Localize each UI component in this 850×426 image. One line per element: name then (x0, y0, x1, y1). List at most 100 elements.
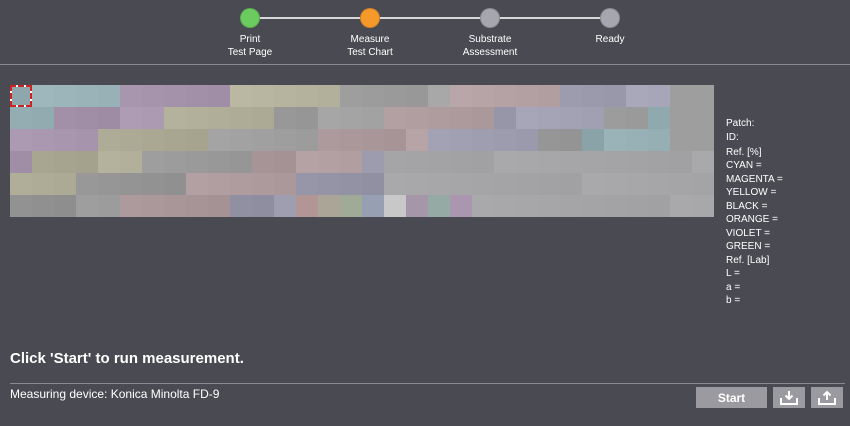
color-patch[interactable] (560, 195, 582, 217)
color-patch[interactable] (670, 173, 692, 195)
color-patch[interactable] (208, 173, 230, 195)
color-patch[interactable] (362, 151, 384, 173)
color-patch[interactable] (274, 107, 296, 129)
color-patch[interactable] (98, 173, 120, 195)
color-patch[interactable] (318, 129, 340, 151)
color-patch[interactable] (340, 85, 362, 107)
color-patch[interactable] (626, 151, 648, 173)
color-patch[interactable] (604, 173, 626, 195)
color-patch[interactable] (186, 173, 208, 195)
color-patch[interactable] (384, 129, 406, 151)
color-patch[interactable] (692, 195, 714, 217)
color-patch[interactable] (164, 173, 186, 195)
color-patch[interactable] (32, 129, 54, 151)
color-patch[interactable] (516, 85, 538, 107)
color-patch[interactable] (76, 85, 98, 107)
color-patch[interactable] (230, 173, 252, 195)
color-patch[interactable] (54, 173, 76, 195)
color-patch[interactable] (472, 129, 494, 151)
color-patch[interactable] (164, 107, 186, 129)
color-patch[interactable] (428, 129, 450, 151)
color-patch[interactable] (670, 85, 692, 107)
color-patch[interactable] (450, 107, 472, 129)
color-patch[interactable] (384, 85, 406, 107)
color-patch[interactable] (10, 129, 32, 151)
color-patch[interactable] (208, 195, 230, 217)
color-patch[interactable] (340, 107, 362, 129)
color-patch[interactable] (648, 195, 670, 217)
color-patch[interactable] (406, 151, 428, 173)
color-patch[interactable] (10, 151, 32, 173)
color-patch[interactable] (98, 151, 120, 173)
color-patch[interactable] (186, 151, 208, 173)
color-patch[interactable] (538, 195, 560, 217)
color-patch[interactable] (252, 129, 274, 151)
color-patch[interactable] (32, 195, 54, 217)
color-patch[interactable] (274, 173, 296, 195)
color-patch[interactable] (120, 195, 142, 217)
color-patch[interactable] (648, 85, 670, 107)
color-patch[interactable] (296, 195, 318, 217)
color-patch[interactable] (142, 195, 164, 217)
color-patch[interactable] (626, 173, 648, 195)
color-patch[interactable] (164, 195, 186, 217)
color-patch[interactable] (98, 85, 120, 107)
color-patch[interactable] (120, 173, 142, 195)
color-patch[interactable] (252, 107, 274, 129)
color-patch[interactable] (296, 151, 318, 173)
color-patch[interactable] (648, 129, 670, 151)
color-patch[interactable] (54, 129, 76, 151)
color-patch[interactable] (406, 85, 428, 107)
color-patch[interactable] (582, 129, 604, 151)
color-patch[interactable] (516, 173, 538, 195)
color-patch[interactable] (10, 195, 32, 217)
color-patch[interactable] (142, 151, 164, 173)
color-patch[interactable] (494, 173, 516, 195)
color-patch[interactable] (560, 129, 582, 151)
color-patch[interactable] (208, 85, 230, 107)
color-patch[interactable] (186, 85, 208, 107)
color-patch[interactable] (604, 151, 626, 173)
color-patch[interactable] (32, 107, 54, 129)
color-patch[interactable] (274, 195, 296, 217)
color-patch[interactable] (582, 151, 604, 173)
color-patch[interactable] (560, 107, 582, 129)
color-patch[interactable] (76, 129, 98, 151)
color-patch[interactable] (252, 151, 274, 173)
color-patch[interactable] (428, 195, 450, 217)
color-patch[interactable] (362, 173, 384, 195)
color-patch[interactable] (582, 195, 604, 217)
color-patch[interactable] (648, 151, 670, 173)
color-patch[interactable] (648, 173, 670, 195)
color-patch[interactable] (670, 129, 692, 151)
color-patch[interactable] (362, 195, 384, 217)
color-patch[interactable] (604, 195, 626, 217)
color-patch[interactable] (120, 107, 142, 129)
color-patch[interactable] (252, 85, 274, 107)
color-patch[interactable] (472, 151, 494, 173)
color-patch[interactable] (186, 195, 208, 217)
color-patch[interactable] (472, 195, 494, 217)
color-patch[interactable] (538, 85, 560, 107)
color-patch[interactable] (670, 195, 692, 217)
color-patch[interactable] (428, 151, 450, 173)
color-patch[interactable] (340, 195, 362, 217)
color-patch[interactable] (692, 107, 714, 129)
color-patch[interactable] (54, 85, 76, 107)
color-patch[interactable] (692, 85, 714, 107)
color-patch[interactable] (582, 173, 604, 195)
color-patch[interactable] (32, 173, 54, 195)
color-patch[interactable] (560, 85, 582, 107)
color-patch[interactable] (362, 107, 384, 129)
color-patch[interactable] (318, 85, 340, 107)
color-patch[interactable] (626, 107, 648, 129)
color-patch[interactable] (252, 173, 274, 195)
start-button[interactable]: Start (696, 387, 767, 408)
color-patch[interactable] (208, 107, 230, 129)
color-patch[interactable] (120, 85, 142, 107)
color-patch[interactable] (406, 173, 428, 195)
color-patch[interactable] (582, 107, 604, 129)
test-chart-patches[interactable] (10, 85, 714, 217)
color-patch[interactable] (472, 107, 494, 129)
color-patch[interactable] (626, 129, 648, 151)
